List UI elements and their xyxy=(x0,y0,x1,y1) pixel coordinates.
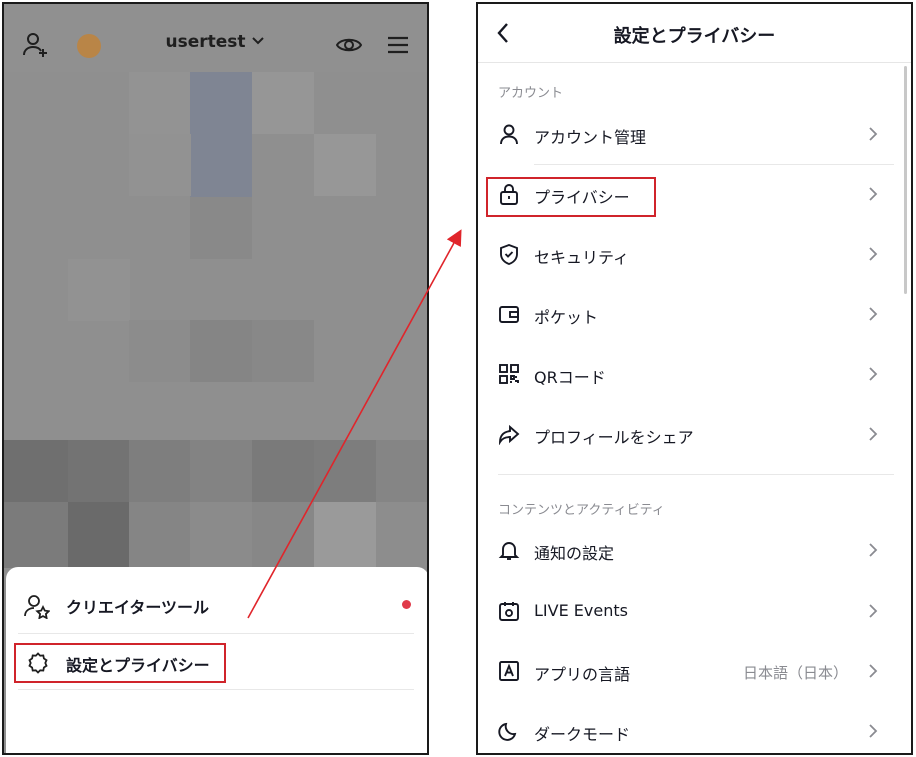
annotation-arrow xyxy=(247,229,462,619)
